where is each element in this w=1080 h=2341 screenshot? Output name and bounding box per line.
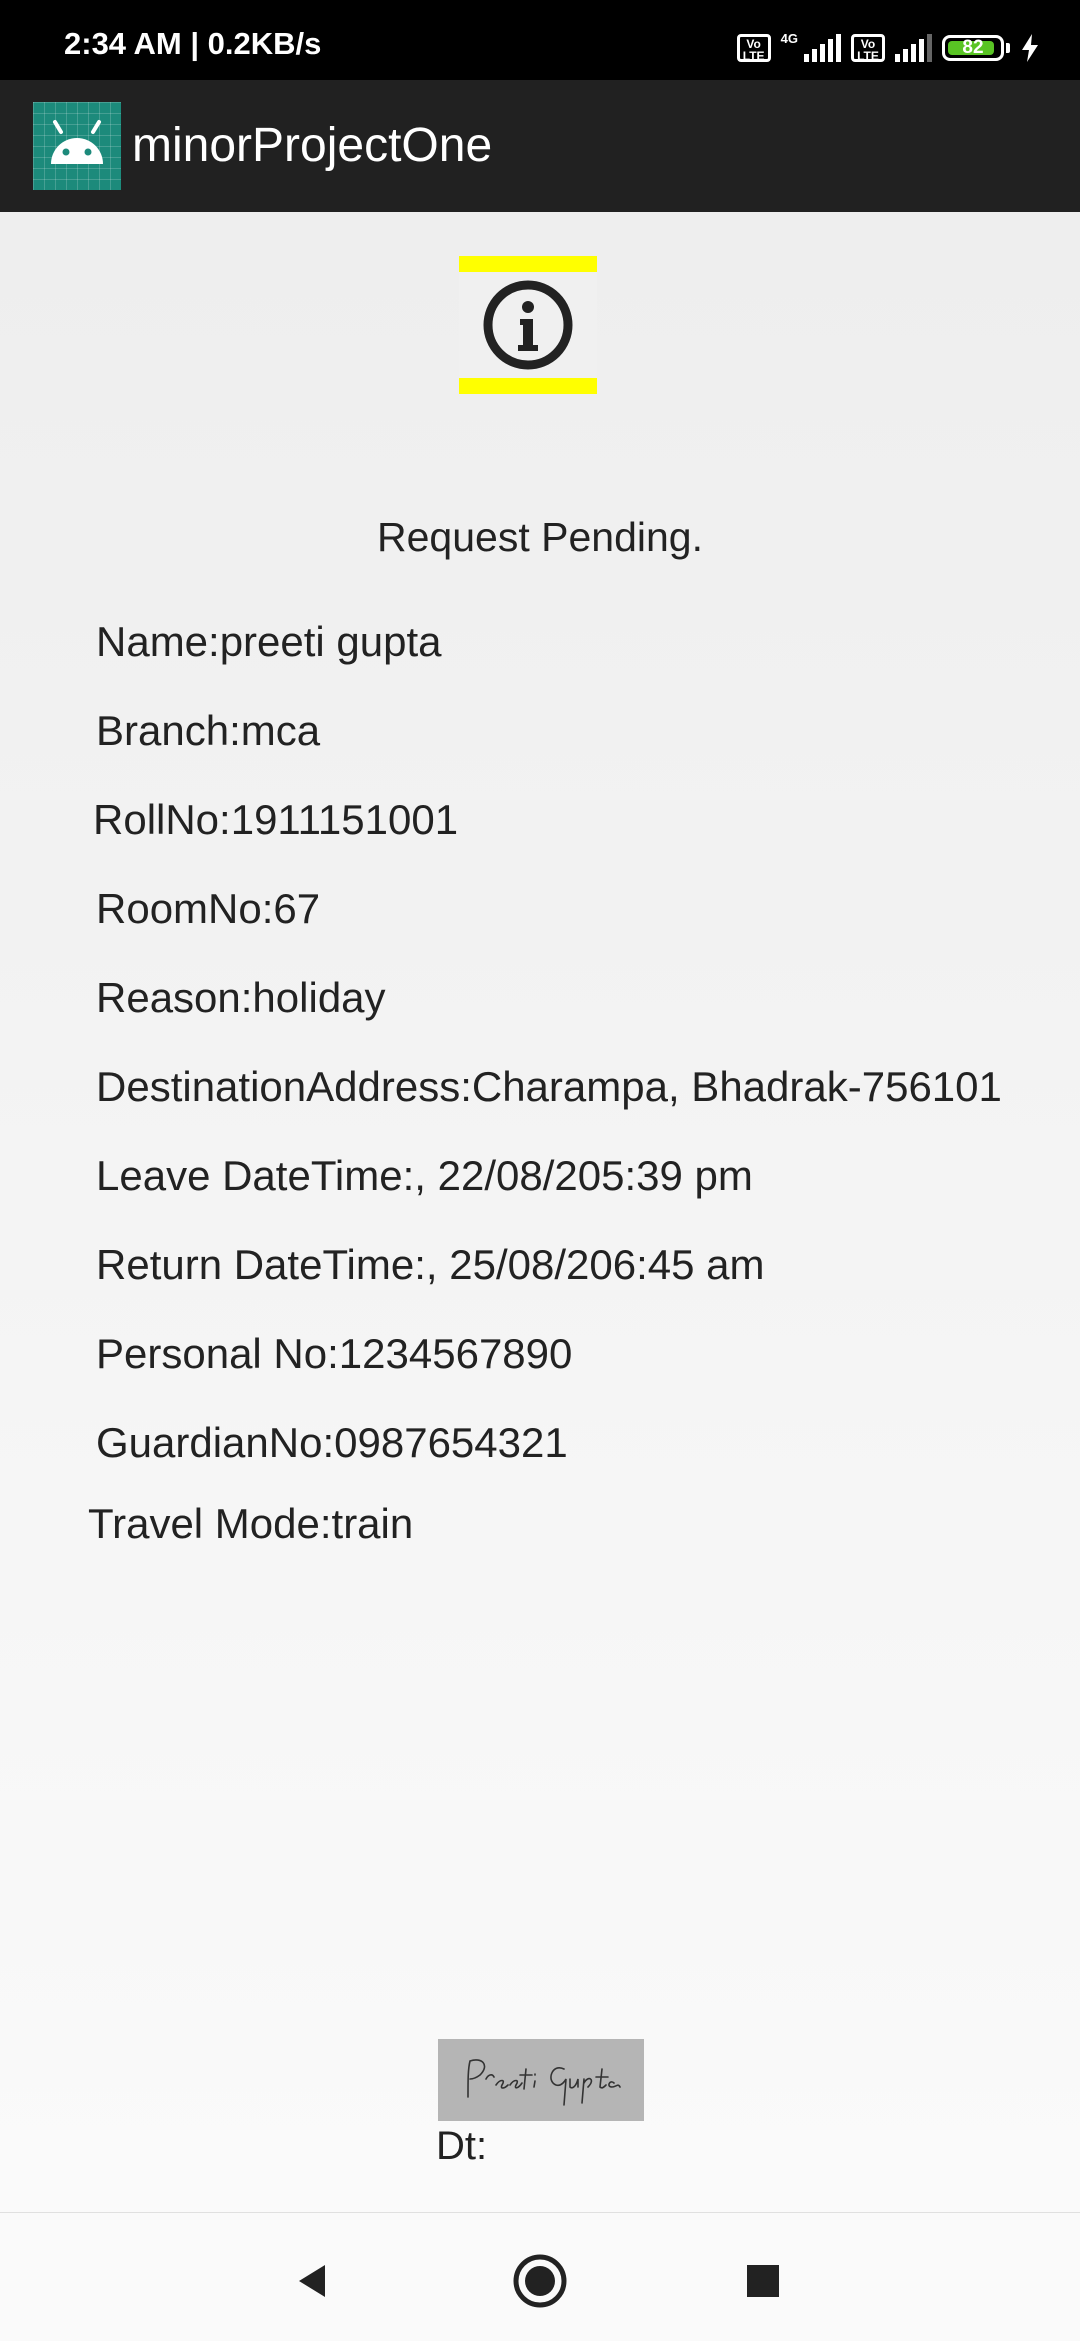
return-datetime-field: Return DateTime:, 25/08/206:45 am xyxy=(96,1241,765,1288)
volte-icon: Vo LTE xyxy=(736,34,771,62)
signature-image xyxy=(438,2039,644,2121)
android-app-icon xyxy=(33,102,121,190)
status-bar: 2:34 AM | 0.2KB/s Vo LTE 4G Vo LTE 82 xyxy=(0,0,1080,80)
reason-field: Reason:holiday xyxy=(96,974,386,1021)
guardian-number-field: GuardianNo:0987654321 xyxy=(96,1419,568,1466)
branch-field: Branch:mca xyxy=(96,707,321,754)
request-details: Request Pending. Name:preeti gupta Branc… xyxy=(0,212,1080,2212)
app-bar: minorProjectOne xyxy=(0,80,1080,212)
battery-icon: 82 xyxy=(942,35,1004,61)
recents-button[interactable] xyxy=(733,2251,793,2311)
back-icon xyxy=(299,2265,325,2297)
back-button[interactable] xyxy=(283,2251,343,2311)
request-status-text: Request Pending. xyxy=(377,514,703,560)
charging-icon xyxy=(1022,34,1038,62)
volte-icon: Vo LTE xyxy=(851,34,885,62)
recents-icon xyxy=(747,2265,779,2297)
status-time-speed: 2:34 AM | 0.2KB/s xyxy=(64,26,322,61)
network-type-label: 4G xyxy=(780,30,798,46)
battery-level: 82 xyxy=(962,37,984,58)
signal-icon xyxy=(895,34,932,62)
info-icon xyxy=(483,280,573,370)
leave-datetime-field: Leave DateTime:, 22/08/205:39 pm xyxy=(96,1152,753,1199)
app-title: minorProjectOne xyxy=(132,119,493,172)
navigation-bar xyxy=(0,2212,1080,2341)
status-icons: Vo LTE 4G Vo LTE 82 xyxy=(736,30,1040,66)
home-button[interactable] xyxy=(510,2251,570,2311)
name-field: Name:preeti gupta xyxy=(96,618,442,665)
room-number-field: RoomNo:67 xyxy=(96,885,321,932)
destination-address-field: DestinationAddress:Charampa, Bhadrak-756… xyxy=(96,1063,1002,1110)
personal-number-field: Personal No:1234567890 xyxy=(96,1330,573,1377)
home-icon xyxy=(513,2254,567,2308)
roll-number-field: RollNo:1911151001 xyxy=(93,796,459,843)
signal-icon xyxy=(804,34,841,62)
status-icon-container xyxy=(459,256,597,394)
date-label: Dt: xyxy=(436,2124,488,2168)
travel-mode-field: Travel Mode:train xyxy=(88,1500,414,1547)
